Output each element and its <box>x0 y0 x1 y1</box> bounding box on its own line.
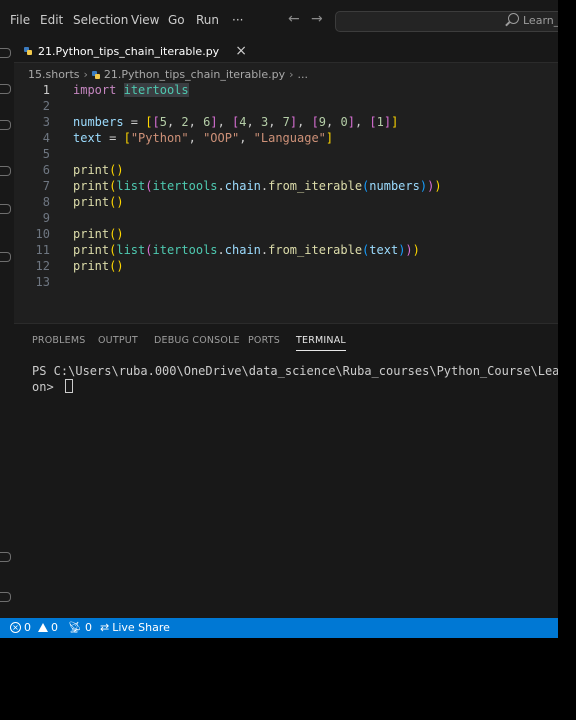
breadcrumb-more[interactable]: ... <box>298 68 309 81</box>
chevron-right-icon: › <box>83 68 88 81</box>
line-number: 5 <box>42 147 50 161</box>
chevron-right-icon: › <box>289 68 294 81</box>
menu-selection[interactable]: Selection <box>73 13 128 27</box>
ports-count: 0 <box>84 621 92 634</box>
live-share-icon: ⇄ <box>100 621 110 634</box>
close-icon[interactable]: × <box>235 43 247 59</box>
editor-tab-bar: 21.Python_tips_chain_iterable.py × <box>14 40 558 63</box>
code-line-4[interactable]: text = ["Python", "OOP", "Language"] <box>73 130 333 146</box>
tab-label: 21.Python_tips_chain_iterable.py <box>38 44 220 58</box>
live-share-label: Live Share <box>112 621 170 634</box>
problems-indicator[interactable]: × 0 0 <box>10 621 58 634</box>
error-count: 0 <box>24 621 31 634</box>
source-control-icon[interactable] <box>0 120 11 130</box>
breadcrumb-file[interactable]: 21.Python_tips_chain_iterable.py <box>104 68 285 81</box>
line-number: 11 <box>35 243 50 257</box>
menu-more[interactable]: ··· <box>232 13 243 27</box>
vscode-window: File Edit Selection View Go Run ··· ← → … <box>0 0 558 638</box>
code-line-6[interactable]: print() <box>73 162 124 178</box>
back-arrow-icon[interactable]: ← <box>288 11 300 27</box>
activity-bar <box>0 40 14 618</box>
menu-view[interactable]: View <box>131 13 159 27</box>
line-number: 9 <box>42 211 50 225</box>
menu-run[interactable]: Run <box>196 13 219 27</box>
code-line-7[interactable]: print(list(itertools.chain.from_iterable… <box>73 178 442 194</box>
line-number: 12 <box>35 259 50 273</box>
status-bar: × 0 0 📡︎ 0 ⇄ Live Share <box>0 618 558 638</box>
line-number: 13 <box>35 275 50 289</box>
line-number: 3 <box>42 115 50 129</box>
antenna-icon: 📡︎ <box>68 621 82 634</box>
terminal-cursor <box>64 379 73 393</box>
tab-output[interactable]: OUTPUT <box>98 335 138 346</box>
terminal-prompt-line-2: on> <box>32 380 61 394</box>
run-debug-icon[interactable] <box>0 166 11 176</box>
line-number: 2 <box>42 99 50 113</box>
python-file-icon <box>91 70 100 79</box>
search-view-icon[interactable] <box>0 84 11 94</box>
code-line-1[interactable]: import itertools <box>73 82 189 98</box>
menu-edit[interactable]: Edit <box>40 13 63 27</box>
code-line-3[interactable]: numbers = [[5, 2, 6], [4, 3, 7], [9, 0],… <box>73 114 398 130</box>
line-number: 4 <box>42 131 50 145</box>
title-bar: File Edit Selection View Go Run ··· ← → … <box>0 0 558 40</box>
error-icon: × <box>10 622 21 633</box>
warning-icon <box>38 623 48 632</box>
search-icon <box>508 13 519 24</box>
line-number: 1 <box>42 83 50 97</box>
breadcrumb-folder[interactable]: 15.shorts <box>28 68 80 81</box>
code-line-10[interactable]: print() <box>73 226 124 242</box>
warning-count: 0 <box>51 621 58 634</box>
code-line-11[interactable]: print(list(itertools.chain.from_iterable… <box>73 242 420 258</box>
live-share-button[interactable]: ⇄ Live Share <box>100 621 170 634</box>
extensions-icon[interactable] <box>0 204 11 214</box>
testing-icon[interactable] <box>0 252 11 262</box>
account-icon[interactable] <box>0 552 11 562</box>
tab-terminal[interactable]: TERMINAL <box>296 335 346 351</box>
terminal-output[interactable]: PS C:\Users\ruba.000\OneDrive\data_scien… <box>32 364 558 395</box>
bottom-panel: PROBLEMS OUTPUT DEBUG CONSOLE PORTS TERM… <box>14 323 558 619</box>
tab-ports[interactable]: PORTS <box>248 335 280 346</box>
explorer-icon[interactable] <box>0 48 11 58</box>
tab-problems[interactable]: PROBLEMS <box>32 335 85 346</box>
python-file-icon <box>24 47 32 55</box>
tab-chain-iterable[interactable]: 21.Python_tips_chain_iterable.py × <box>24 40 247 62</box>
window-edge <box>558 0 576 720</box>
ports-indicator[interactable]: 📡︎ 0 <box>68 621 92 634</box>
line-number: 6 <box>42 163 50 177</box>
tab-debug-console[interactable]: DEBUG CONSOLE <box>154 335 240 346</box>
forward-arrow-icon[interactable]: → <box>311 11 323 27</box>
terminal-prompt-line-1: PS C:\Users\ruba.000\OneDrive\data_scien… <box>32 364 558 378</box>
command-center-search[interactable]: Learn_p <box>335 11 558 32</box>
menu-file[interactable]: File <box>10 13 30 27</box>
menu-go[interactable]: Go <box>168 13 185 27</box>
breadcrumb: 15.shorts › 21.Python_tips_chain_iterabl… <box>28 68 308 81</box>
manage-gear-icon[interactable] <box>0 592 11 602</box>
code-editor[interactable]: 1 import itertools 2 3 numbers = [[5, 2, 6… <box>14 82 558 322</box>
line-number: 8 <box>42 195 50 209</box>
line-number: 7 <box>42 179 50 193</box>
code-line-8[interactable]: print() <box>73 194 124 210</box>
search-text: Learn_p <box>523 14 558 27</box>
code-line-12[interactable]: print() <box>73 258 124 274</box>
line-number: 10 <box>35 227 50 241</box>
